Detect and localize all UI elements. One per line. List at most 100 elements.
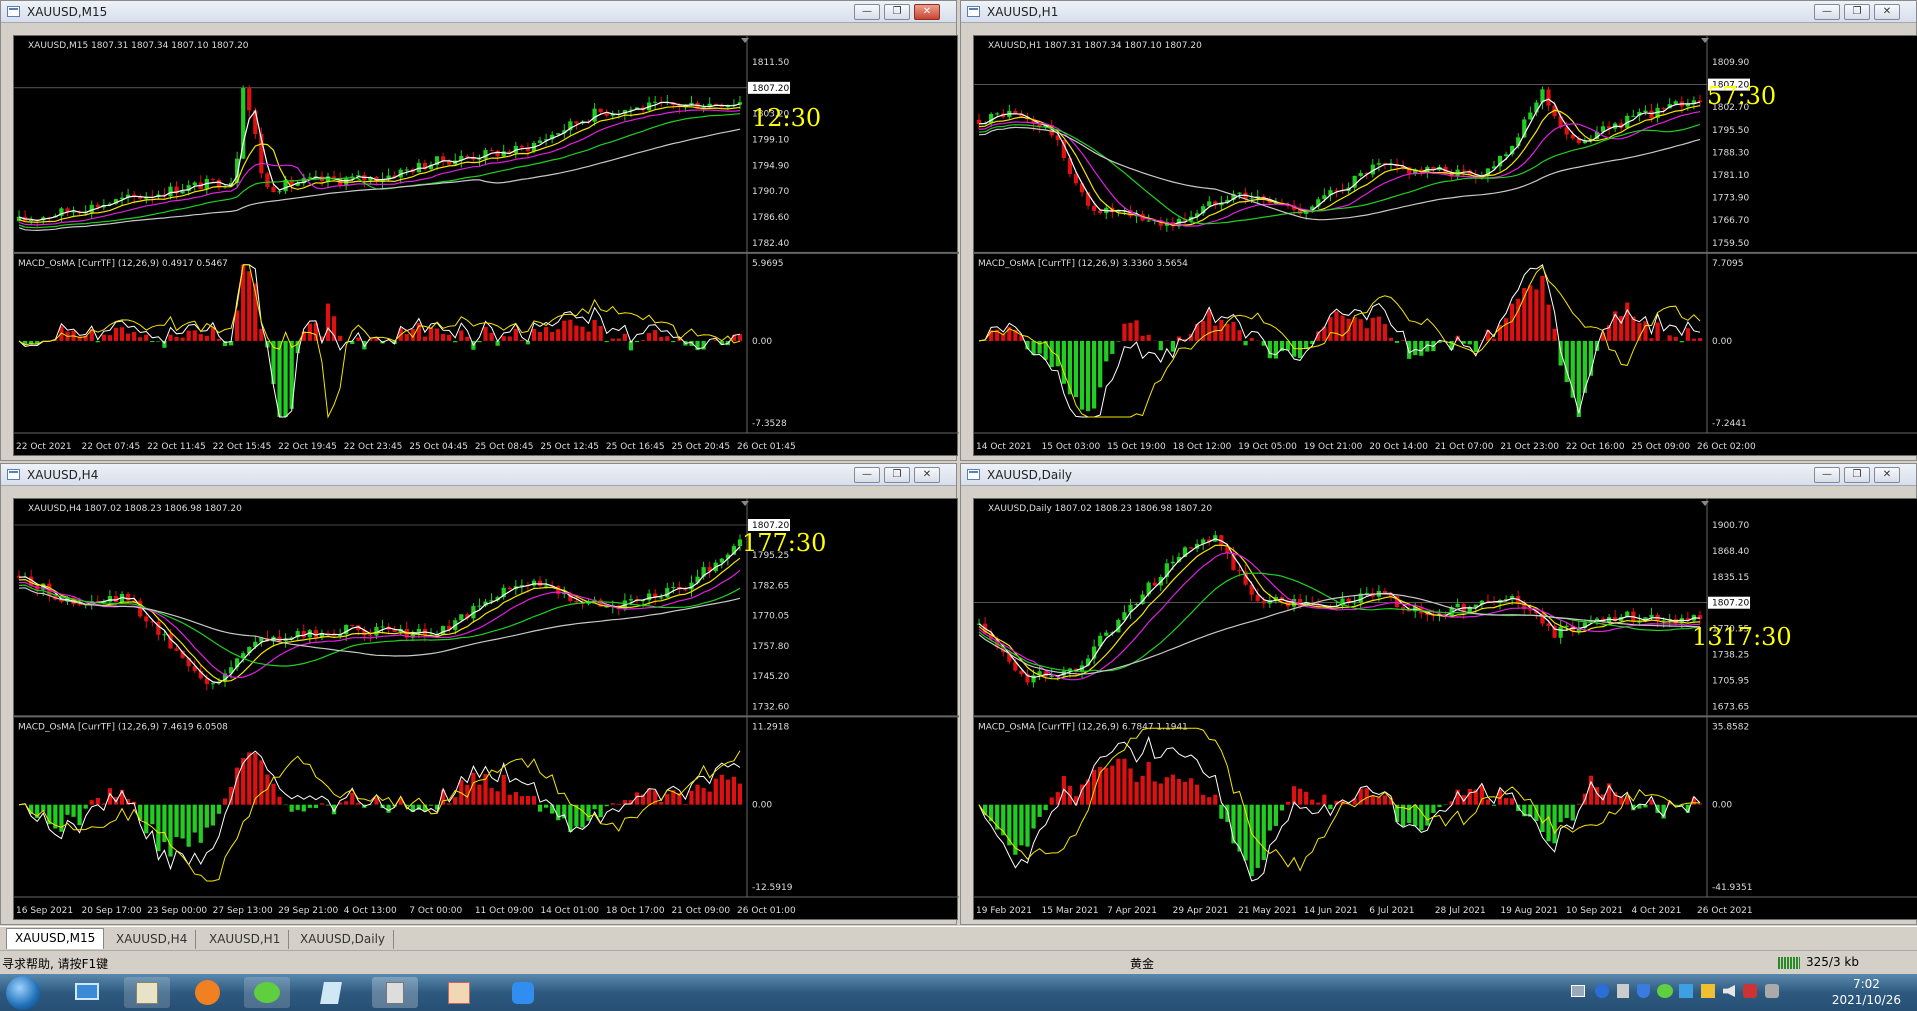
macd-histogram-bar bbox=[1182, 781, 1188, 805]
notes-app-icon[interactable] bbox=[308, 977, 354, 1008]
chart-window-daily[interactable]: XAUUSD,Daily — ❐ ✕ XAUUSD,Daily 1807.02 … bbox=[960, 463, 1917, 925]
tab-xauusd-h4[interactable]: XAUUSD,H4 bbox=[108, 930, 197, 949]
chart-shift-marker[interactable] bbox=[1701, 501, 1709, 506]
macd-histogram-bar bbox=[331, 316, 337, 341]
macd-histogram-bar bbox=[1304, 791, 1309, 805]
chart-window-h1[interactable]: XAUUSD,H1 — ❐ ✕ XAUUSD,H1 1807.31 1807.3… bbox=[960, 0, 1917, 461]
macd-histogram-bar bbox=[1104, 767, 1109, 805]
macd-histogram-bar bbox=[216, 804, 222, 814]
taskbar-clock[interactable]: 7:02 2021/10/26 bbox=[1832, 976, 1901, 1008]
contacts-app-icon[interactable] bbox=[124, 977, 170, 1008]
title-bar[interactable]: XAUUSD,Daily — ❐ ✕ bbox=[961, 464, 1916, 486]
chart-area[interactable]: XAUUSD,H4 1807.02 1808.23 1806.98 1807.2… bbox=[13, 498, 959, 921]
close-button[interactable]: ✕ bbox=[914, 4, 940, 20]
restore-button[interactable]: ❐ bbox=[884, 467, 910, 483]
macd-histogram-bar bbox=[271, 783, 276, 805]
close-button[interactable]: ✕ bbox=[1874, 467, 1900, 483]
chart-area[interactable]: XAUUSD,Daily 1807.02 1808.23 1806.98 180… bbox=[973, 498, 1917, 920]
time-tick: 15 Mar 2021 bbox=[1042, 906, 1099, 916]
title-bar[interactable]: XAUUSD,H4 — ❐ ✕ bbox=[1, 464, 956, 486]
candle-body bbox=[77, 604, 82, 606]
macd-histogram-bar bbox=[1207, 309, 1212, 341]
candle-body bbox=[1631, 115, 1636, 117]
macd-histogram-bar bbox=[1195, 784, 1200, 805]
minimize-button[interactable]: — bbox=[1814, 467, 1840, 483]
macd-histogram-bar bbox=[1067, 340, 1073, 395]
time-tick: 4 Oct 2021 bbox=[1631, 906, 1681, 916]
chart-window-h4[interactable]: XAUUSD,H4 — ❐ ✕ XAUUSD,H4 1807.02 1808.2… bbox=[0, 463, 959, 925]
chart-canvas[interactable]: XAUUSD,H4 1807.02 1808.23 1806.98 1807.2… bbox=[14, 499, 959, 921]
tray-app2-icon[interactable] bbox=[1743, 984, 1757, 998]
macd-histogram-bar bbox=[671, 340, 676, 343]
restore-button[interactable]: ❐ bbox=[884, 4, 910, 20]
tray-wechat-icon[interactable] bbox=[1657, 984, 1673, 998]
minimize-button[interactable]: — bbox=[1814, 4, 1840, 20]
macd-histogram-bar bbox=[495, 791, 500, 805]
tab-xauusd-h1[interactable]: XAUUSD,H1 bbox=[201, 930, 290, 949]
chart-window-m15[interactable]: XAUUSD,M15 — ❐ ✕ XAUUSD,M15 1807.31 1807… bbox=[0, 0, 959, 461]
tray-help-icon[interactable] bbox=[1595, 984, 1609, 998]
close-button[interactable]: ✕ bbox=[914, 467, 940, 483]
macd-histogram-bar bbox=[1213, 325, 1218, 341]
time-tick: 26 Oct 02:00 bbox=[1697, 442, 1756, 452]
chart-shift-marker[interactable] bbox=[1701, 38, 1709, 43]
close-button[interactable]: ✕ bbox=[1874, 4, 1900, 20]
refresh-app-icon[interactable] bbox=[184, 977, 230, 1008]
start-button[interactable] bbox=[6, 976, 40, 1010]
restore-button[interactable]: ❐ bbox=[1844, 4, 1870, 20]
time-tick: 25 Oct 12:45 bbox=[540, 442, 599, 452]
tray-app-icon[interactable] bbox=[1701, 984, 1715, 998]
wechat-icon[interactable] bbox=[244, 977, 290, 1008]
minimize-button[interactable]: — bbox=[854, 4, 880, 20]
macd-histogram-bar bbox=[556, 329, 561, 341]
price-tick: 1835.15 bbox=[1712, 573, 1749, 583]
candle-body bbox=[1649, 110, 1654, 119]
macd-histogram-bar bbox=[440, 334, 446, 341]
macd-histogram-bar bbox=[1491, 804, 1497, 806]
candle-body bbox=[1558, 626, 1563, 638]
paint-app-icon[interactable] bbox=[436, 977, 482, 1008]
connection-bars-icon bbox=[1778, 957, 1800, 969]
chart-shift-marker[interactable] bbox=[741, 501, 749, 506]
macd-histogram-bar bbox=[574, 325, 579, 341]
pen-app-icon[interactable] bbox=[500, 977, 546, 1008]
price-tick: 1673.65 bbox=[1712, 702, 1749, 712]
title-bar[interactable]: XAUUSD,M15 — ❐ ✕ bbox=[1, 1, 956, 23]
restore-button[interactable]: ❐ bbox=[1844, 467, 1870, 483]
title-bar[interactable]: XAUUSD,H1 — ❐ ✕ bbox=[961, 1, 1916, 23]
chart-area[interactable]: XAUUSD,M15 1807.31 1807.34 1807.10 1807.… bbox=[13, 35, 959, 457]
macd-histogram-bar bbox=[592, 320, 597, 341]
chart-canvas[interactable]: XAUUSD,M15 1807.31 1807.34 1807.10 1807.… bbox=[14, 36, 959, 457]
macd-histogram-bar bbox=[634, 340, 640, 343]
macd-histogram-bar bbox=[610, 803, 615, 805]
metatrader-app-icon[interactable] bbox=[372, 977, 418, 1008]
tray-network-icon[interactable] bbox=[1571, 985, 1585, 997]
tray-app3-icon[interactable] bbox=[1765, 984, 1779, 998]
chart-canvas[interactable]: XAUUSD,Daily 1807.02 1808.23 1806.98 180… bbox=[974, 499, 1917, 921]
tray-ime-icon[interactable] bbox=[1679, 984, 1693, 998]
macd-histogram-bar bbox=[543, 804, 549, 808]
candle-body bbox=[507, 587, 512, 590]
macd-histogram-bar bbox=[477, 340, 482, 343]
macd-histogram-bar bbox=[1510, 798, 1515, 805]
tab-xauusd-m15[interactable]: XAUUSD,M15 bbox=[6, 928, 105, 949]
show-desktop-icon[interactable] bbox=[64, 977, 110, 1008]
bar-countdown-timer: 177:30 bbox=[742, 529, 827, 557]
macd-histogram-bar bbox=[556, 804, 561, 821]
system-tray: 7:02 2021/10/26 bbox=[1517, 974, 1917, 1011]
macd-tick: 7.7095 bbox=[1712, 259, 1744, 269]
tray-usb-icon[interactable] bbox=[1617, 984, 1629, 998]
tab-xauusd-daily[interactable]: XAUUSD,Daily bbox=[292, 930, 395, 949]
candle-body bbox=[653, 101, 658, 103]
macd-histogram-bar bbox=[1134, 781, 1139, 805]
macd-histogram-bar bbox=[113, 327, 119, 341]
chart-shift-marker[interactable] bbox=[741, 38, 749, 43]
minimize-button[interactable]: — bbox=[854, 467, 880, 483]
candle-body bbox=[501, 151, 506, 157]
tray-volume-icon[interactable] bbox=[1723, 985, 1735, 997]
macd-histogram-bar bbox=[1249, 338, 1254, 341]
chart-area[interactable]: XAUUSD,H1 1807.31 1807.34 1807.10 1807.2… bbox=[973, 35, 1917, 456]
time-tick: 11 Oct 09:00 bbox=[475, 906, 534, 916]
tray-security-icon[interactable] bbox=[1637, 984, 1650, 998]
macd-header: MACD_OsMA [CurrTF] (12,26,9) 0.4917 0.54… bbox=[18, 259, 228, 269]
